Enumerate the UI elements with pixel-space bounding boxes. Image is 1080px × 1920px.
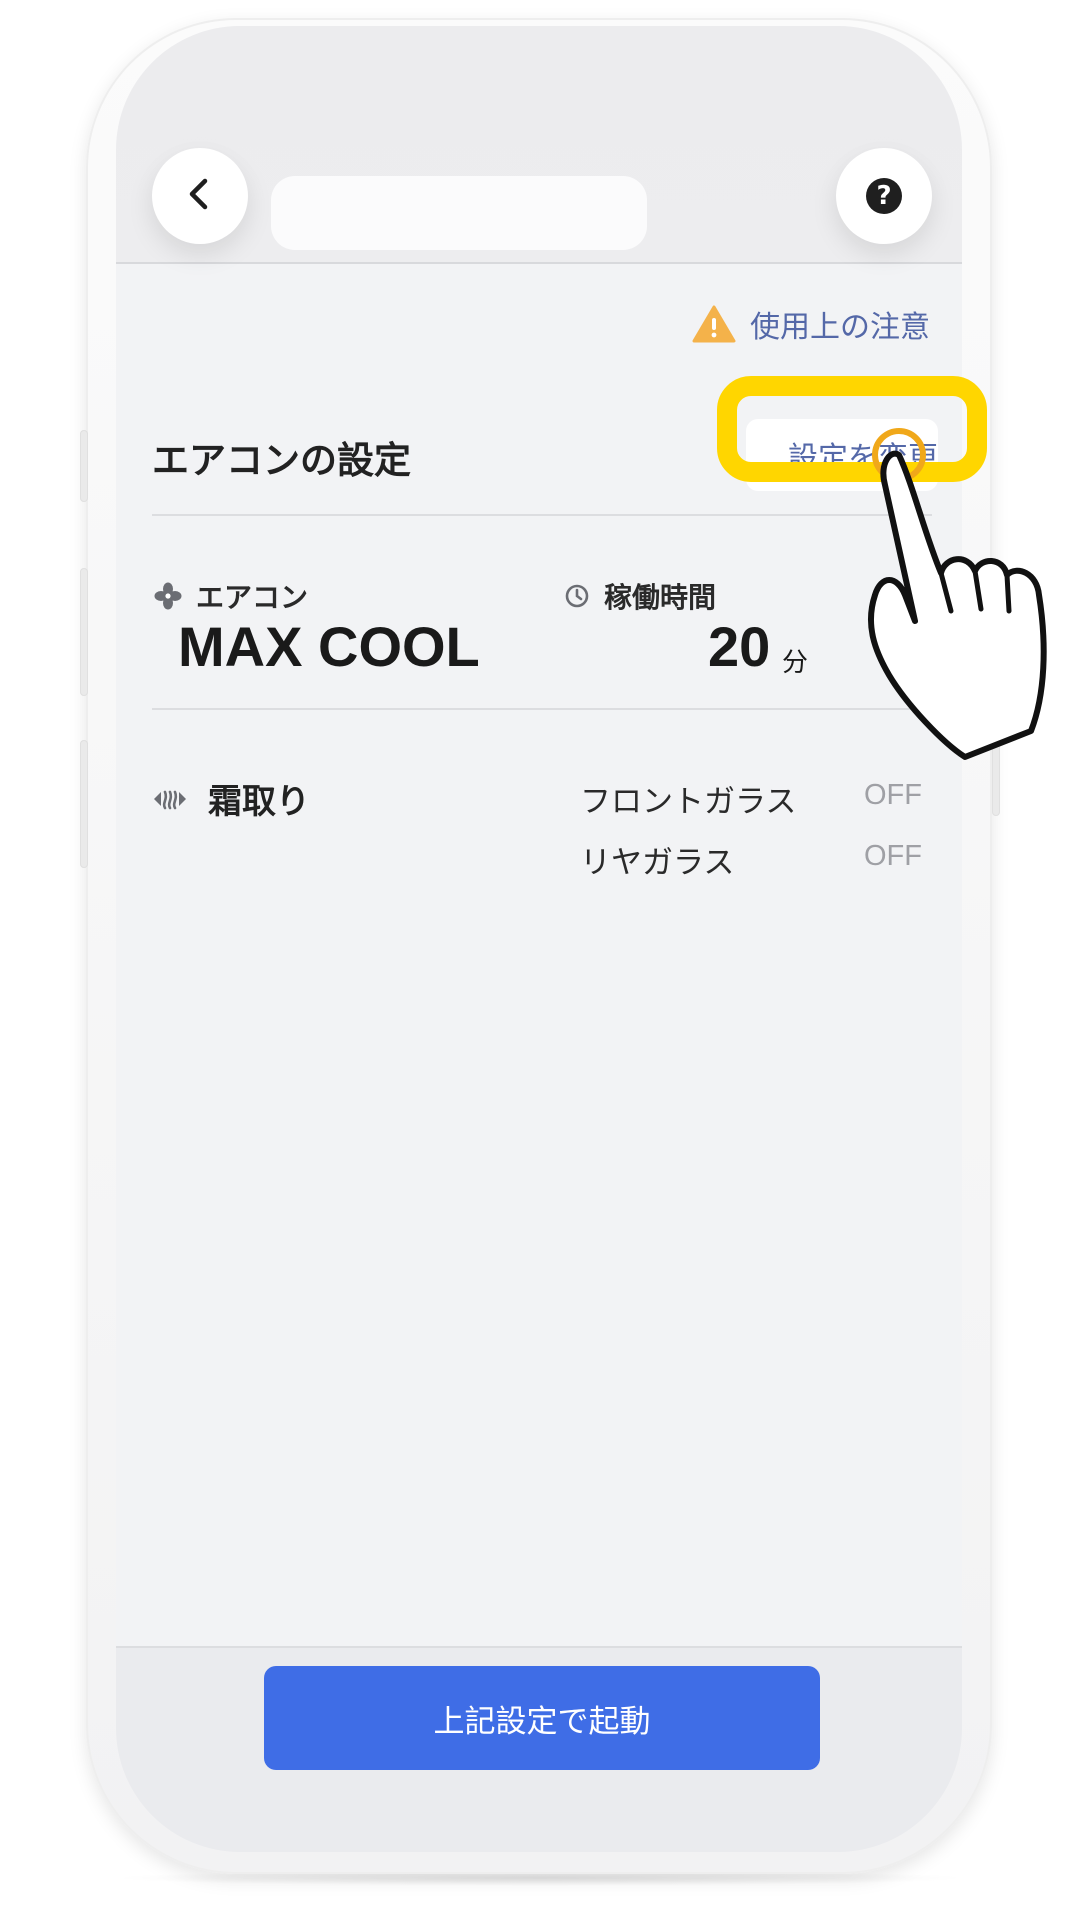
back-button[interactable] <box>152 148 248 244</box>
clock-icon <box>564 583 590 609</box>
start-with-settings-button[interactable]: 上記設定で起動 <box>264 1666 820 1770</box>
section-title: エアコンの設定 <box>152 439 411 482</box>
warning-triangle-icon <box>692 304 736 344</box>
aircon-label-row: エアコン <box>154 576 308 616</box>
footer-bar: 上記設定で起動 <box>116 1646 962 1852</box>
front-glass-value: OFF <box>864 779 922 811</box>
rear-glass-value: OFF <box>864 840 922 872</box>
app-screen: ? 使用上の注意 エアコンの設定 設定を変更 エアコン MAX COOL 稼働時… <box>116 26 962 1852</box>
chevron-left-icon <box>180 174 220 218</box>
defrost-title: 霜取り <box>152 774 310 823</box>
runtime-value: 20 <box>708 615 771 678</box>
volume-down-button <box>80 740 88 868</box>
runtime-unit: 分 <box>782 648 809 678</box>
divider <box>152 708 932 710</box>
caution-label: 使用上の注意 <box>750 310 930 345</box>
caution-link[interactable]: 使用上の注意 <box>692 296 930 352</box>
tap-hand-icon <box>855 425 1075 765</box>
runtime-label: 稼働時間 <box>604 581 717 614</box>
fan-icon <box>154 582 182 610</box>
volume-up-button <box>80 568 88 696</box>
app-header: ? <box>116 26 962 264</box>
divider <box>152 514 932 516</box>
help-button[interactable]: ? <box>836 148 932 244</box>
aircon-label: エアコン <box>196 581 309 614</box>
rear-glass-label: リヤガラス <box>580 845 735 881</box>
front-glass-label: フロントガラス <box>580 784 797 820</box>
page-title-placeholder <box>271 176 647 250</box>
stage: ? 使用上の注意 エアコンの設定 設定を変更 エアコン MAX COOL 稼働時… <box>0 0 1080 1920</box>
defrost-label: 霜取り <box>208 782 310 822</box>
defrost-icon <box>152 784 188 814</box>
mute-switch <box>80 430 88 502</box>
runtime-label-row: 稼働時間 <box>564 576 716 616</box>
aircon-mode-value: MAX COOL <box>178 615 480 678</box>
question-circle-icon: ? <box>866 178 902 214</box>
